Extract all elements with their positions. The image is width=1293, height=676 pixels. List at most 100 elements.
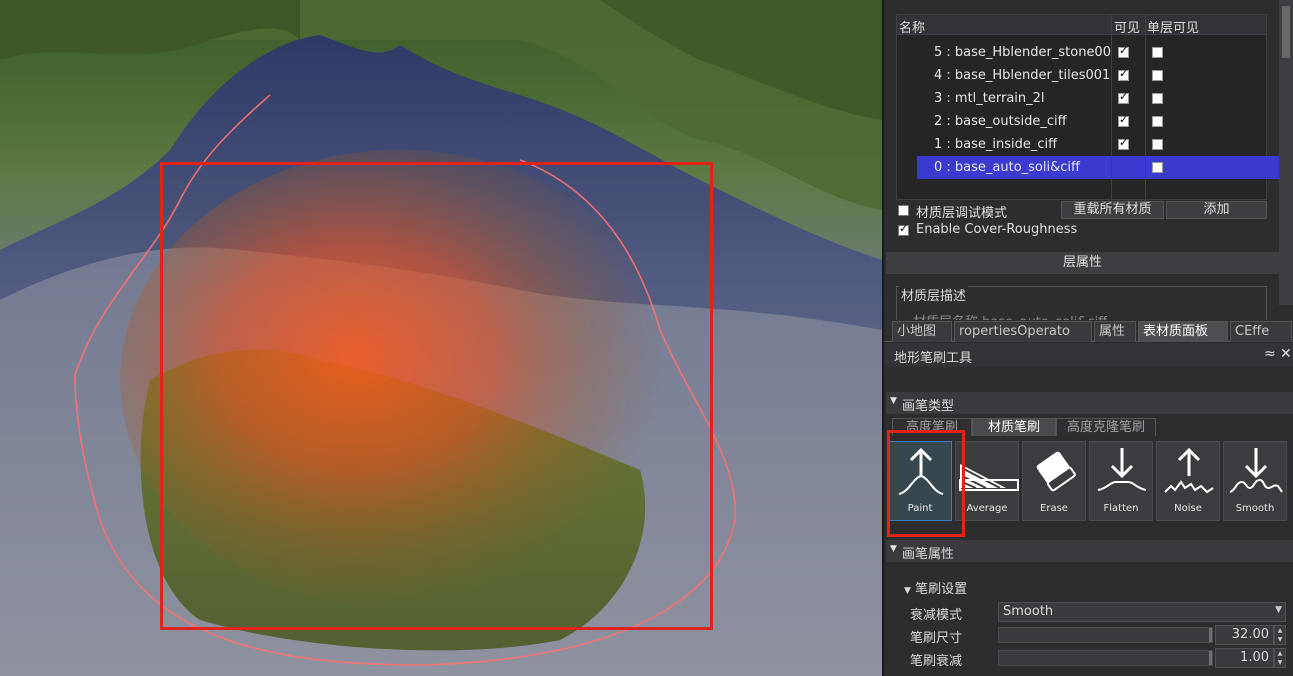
- brush-size-row: 笔刷尺寸 32.00 ▲ ▼: [910, 625, 1290, 646]
- panel-scrollbar[interactable]: [1279, 0, 1293, 305]
- brush-settings-header[interactable]: ▼ 笔刷设置: [904, 578, 967, 597]
- layer-visible-checkbox[interactable]: [1118, 113, 1129, 127]
- panel-tab[interactable]: 属性: [1094, 321, 1136, 342]
- layer-single-visible-checkbox[interactable]: [1152, 47, 1163, 58]
- brush-size-spinner[interactable]: ▲ ▼: [1274, 625, 1286, 645]
- falloff-mode-label: 衰减模式: [910, 608, 963, 623]
- noise-icon: [1164, 447, 1214, 494]
- dropdown-arrow-icon: ▼: [1275, 605, 1282, 615]
- debug-mode-checkbox[interactable]: [898, 205, 909, 216]
- layer-single-visible-checkbox[interactable]: [1152, 70, 1163, 81]
- brush-falloff-spinner[interactable]: ▲ ▼: [1274, 648, 1286, 668]
- layer-row[interactable]: 5 : base_Hblender_stone005: [897, 41, 1266, 64]
- scrollbar-thumb[interactable]: [1282, 6, 1290, 58]
- column-name-header[interactable]: 名称: [899, 17, 925, 36]
- brush-button-label: Flatten: [1103, 503, 1139, 514]
- layer-single-visible-checkbox[interactable]: [1152, 93, 1163, 104]
- layer-name: 2 : base_outside_ciff: [934, 114, 1067, 129]
- layer-row[interactable]: 0 : base_auto_soli&ciff: [897, 156, 1279, 179]
- terrain-viewport[interactable]: [0, 0, 882, 676]
- layer-name: 0 : base_auto_soli&ciff: [917, 156, 1111, 179]
- brush-settings-label: 笔刷设置: [915, 582, 968, 597]
- falloff-mode-row: 衰减模式 Smooth ▼: [910, 602, 1290, 623]
- brush-area-highlight: [160, 162, 713, 630]
- brush-type-tab[interactable]: 材质笔刷: [972, 418, 1056, 436]
- brush-falloff-input[interactable]: 1.00: [1215, 648, 1274, 668]
- layer-name: 3 : mtl_terrain_2l: [934, 91, 1045, 106]
- panel-tab[interactable]: 小地图: [892, 321, 952, 342]
- brush-type-header-label: 画笔类型: [902, 399, 955, 414]
- panel-tab[interactable]: ropertiesOperato: [954, 321, 1092, 342]
- layer-name: 4 : base_Hblender_tiles001: [934, 68, 1111, 83]
- layer-description-label: 材质层描述: [899, 285, 969, 304]
- tool-title-bar: 地形笔刷工具 ≈ ✕: [884, 343, 1293, 367]
- layer-visible-cell: [1112, 64, 1145, 87]
- layer-visible-checkbox[interactable]: [1118, 44, 1129, 58]
- pin-icon[interactable]: ≈: [1264, 346, 1276, 362]
- layer-row[interactable]: 1 : base_inside_ciff: [897, 133, 1266, 156]
- layer-single-visible-checkbox[interactable]: [1152, 116, 1163, 127]
- brush-flatten-button[interactable]: Flatten: [1089, 441, 1153, 521]
- layer-visible-checkbox[interactable]: [1118, 136, 1129, 150]
- brush-properties-header-label: 画笔属性: [902, 547, 955, 562]
- layer-table-header: 名称 可见 单层可见: [897, 15, 1266, 36]
- layer-description-group: 材质层描述 材质层名称 base_auto_soli&ciff: [896, 285, 1267, 321]
- brush-noise-button[interactable]: Noise: [1156, 441, 1220, 521]
- erase-icon: [1036, 451, 1076, 492]
- layer-visible-cell: [1112, 110, 1145, 133]
- falloff-mode-value: Smooth: [1003, 604, 1054, 619]
- brush-size-label: 笔刷尺寸: [910, 631, 963, 646]
- brush-falloff-label: 笔刷衰减: [910, 654, 963, 669]
- collapse-arrow-icon: ▼: [890, 544, 897, 554]
- tool-title: 地形笔刷工具: [894, 351, 973, 366]
- layer-single-visible-cell: [1146, 133, 1279, 156]
- brush-falloff-row: 笔刷衰减 1.00 ▲ ▼: [910, 648, 1290, 669]
- layer-single-visible-checkbox[interactable]: [1152, 139, 1163, 150]
- panel-tab[interactable]: 表材质面板: [1138, 321, 1228, 342]
- brush-button-label: Noise: [1174, 503, 1202, 514]
- slider-handle[interactable]: [1209, 628, 1212, 642]
- brush-button-label: Erase: [1040, 503, 1068, 514]
- layer-single-visible-cell: [1146, 87, 1279, 110]
- brush-properties-section-header[interactable]: ▼ 画笔属性: [886, 540, 1293, 562]
- brush-smooth-button[interactable]: Smooth: [1223, 441, 1287, 521]
- layer-single-visible-cell: [1146, 64, 1279, 87]
- layer-single-visible-cell: [1146, 156, 1279, 179]
- add-layer-button[interactable]: 添加: [1166, 201, 1267, 219]
- brush-falloff-slider[interactable]: [998, 650, 1213, 666]
- layer-single-visible-cell: [1146, 110, 1279, 133]
- brush-type-tab[interactable]: 高度克隆笔刷: [1056, 418, 1156, 436]
- layer-single-visible-checkbox[interactable]: [1152, 162, 1163, 173]
- flatten-icon: [1097, 448, 1147, 491]
- cover-roughness-label: Enable Cover-Roughness: [916, 222, 1078, 237]
- layer-visible-checkbox[interactable]: [1118, 67, 1129, 81]
- brush-size-input[interactable]: 32.00: [1215, 625, 1274, 645]
- layer-visible-cell: [1112, 87, 1145, 110]
- layer-properties-header[interactable]: 层属性: [886, 252, 1279, 274]
- collapse-arrow-icon: ▼: [904, 586, 911, 596]
- column-visible-header[interactable]: 可见: [1114, 17, 1140, 36]
- brush-button-label: Average: [966, 503, 1008, 514]
- material-layer-table: 名称 可见 单层可见 5 : base_Hblender_stone005 4 :…: [896, 14, 1279, 201]
- panel-tab-strip: 小地图 ropertiesOperato 属性 表材质面板 CEffe: [884, 320, 1293, 342]
- layer-row[interactable]: 4 : base_Hblender_tiles001: [897, 64, 1266, 87]
- brush-erase-button[interactable]: Erase: [1022, 441, 1086, 521]
- layer-row[interactable]: 3 : mtl_terrain_2l: [897, 87, 1266, 110]
- layer-name: 5 : base_Hblender_stone005: [934, 45, 1111, 60]
- smooth-icon: [1229, 448, 1283, 493]
- layer-visible-checkbox[interactable]: [1118, 90, 1129, 104]
- panel-tab[interactable]: CEffe: [1230, 321, 1292, 342]
- brush-size-slider[interactable]: [998, 627, 1213, 643]
- column-single-visible-header[interactable]: 单层可见: [1147, 17, 1199, 36]
- debug-mode-label: 材质层调试模式: [916, 206, 1008, 221]
- falloff-mode-select[interactable]: Smooth ▼: [998, 602, 1286, 622]
- reload-all-materials-button[interactable]: 重载所有材质: [1061, 201, 1164, 219]
- slider-handle[interactable]: [1209, 651, 1212, 665]
- cover-roughness-checkbox[interactable]: [898, 222, 909, 236]
- layer-single-visible-cell: [1146, 41, 1279, 64]
- layer-visible-cell: [1112, 133, 1145, 156]
- brush-type-section-header[interactable]: ▼ 画笔类型: [886, 392, 1293, 414]
- close-icon[interactable]: ✕: [1280, 346, 1292, 362]
- brush-button-label: Smooth: [1235, 503, 1275, 514]
- layer-row[interactable]: 2 : base_outside_ciff: [897, 110, 1266, 133]
